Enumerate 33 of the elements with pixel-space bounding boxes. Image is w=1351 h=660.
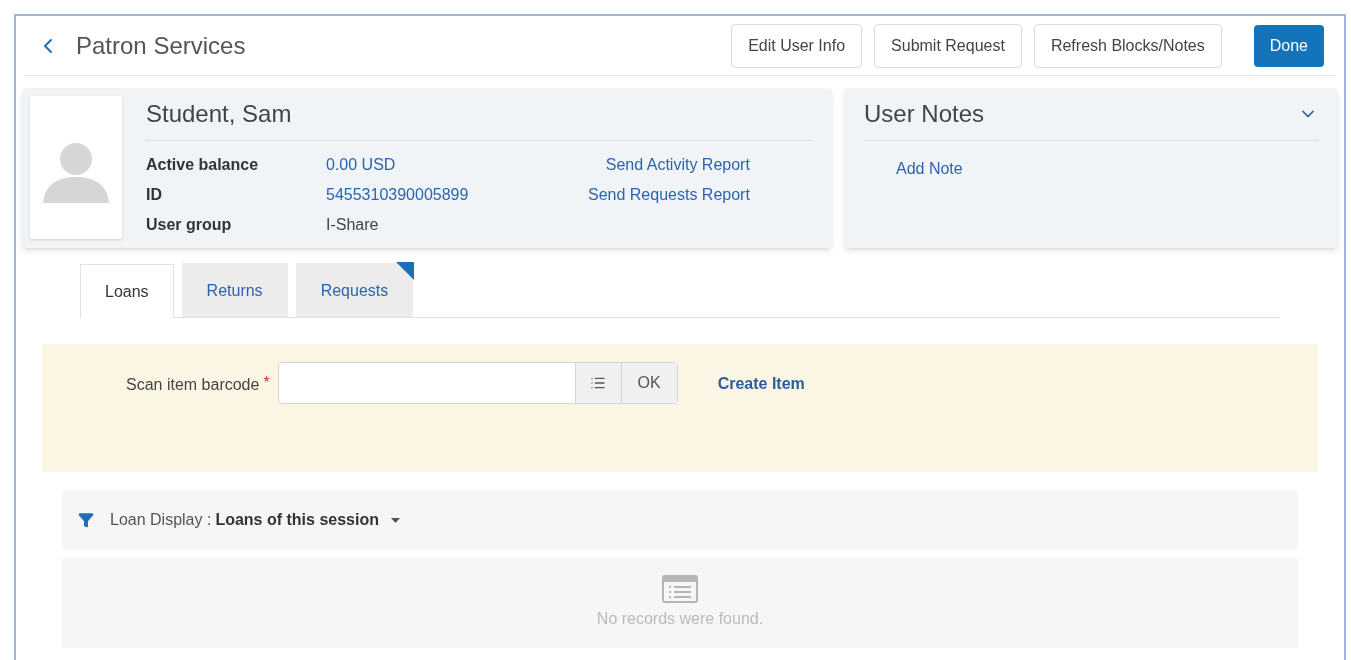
field-label: Active balance — [146, 155, 260, 175]
notes-title: User Notes — [864, 99, 985, 129]
field-link[interactable]: 5455310390005899 — [326, 183, 556, 207]
corner-flag-icon — [396, 262, 415, 280]
required-asterisk: * — [263, 373, 270, 393]
filter-icon[interactable] — [78, 512, 94, 528]
report-link[interactable]: Send Activity Report — [605, 153, 750, 177]
field-label: Scan item barcode — [126, 375, 260, 395]
field-label: User group — [146, 215, 233, 235]
user-name: Student, Sam — [146, 96, 812, 141]
tab[interactable]: Returns — [181, 263, 288, 317]
field-value: I-Share — [326, 215, 380, 235]
loan-display-label: Loan Display : — [110, 510, 212, 530]
tab[interactable]: Loans — [80, 264, 174, 318]
ok-button[interactable]: OK — [620, 363, 677, 403]
empty-message: No records were found. — [596, 609, 764, 629]
list-icon — [590, 375, 607, 391]
loan-display-dropdown[interactable]: Loans of this session — [215, 508, 400, 532]
field-link[interactable]: 0.00 USD — [326, 153, 556, 177]
list-icon-button[interactable] — [574, 363, 621, 403]
create-item-link[interactable]: Create Item — [717, 372, 805, 396]
toolbar-button[interactable]: Refresh Blocks/Notes — [1033, 23, 1222, 68]
caret-icon — [391, 517, 400, 523]
field-label: ID — [146, 185, 163, 205]
toolbar-button[interactable]: Edit User Info — [731, 23, 863, 68]
tab[interactable]: Requests — [295, 263, 414, 317]
add-note-link[interactable]: Add Note — [896, 157, 963, 181]
report-link[interactable]: Send Requests Report — [588, 183, 750, 207]
toolbar-button[interactable]: Submit Request — [874, 23, 1022, 68]
page-title: Patron Services — [76, 30, 246, 61]
barcode-input[interactable]: OK — [277, 362, 678, 404]
table-icon — [662, 575, 698, 603]
done-button[interactable]: Done — [1253, 24, 1324, 67]
